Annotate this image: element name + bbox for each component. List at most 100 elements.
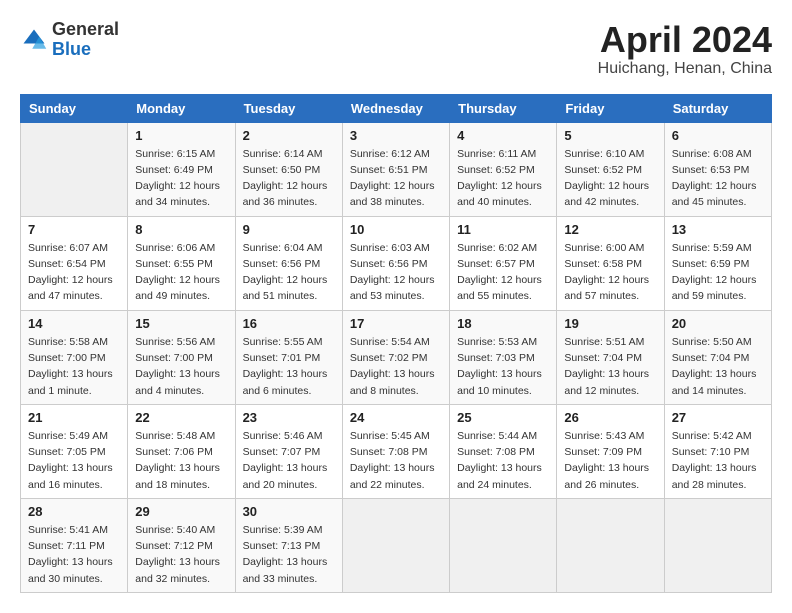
day-cell: 5 Sunrise: 6:10 AM Sunset: 6:52 PM Daylig… — [557, 122, 664, 216]
day-header-tuesday: Tuesday — [235, 94, 342, 122]
day-cell: 26 Sunrise: 5:43 AM Sunset: 7:09 PM Dayli… — [557, 404, 664, 498]
day-info: Sunrise: 6:02 AM Sunset: 6:57 PM Dayligh… — [457, 240, 549, 305]
day-cell: 28 Sunrise: 5:41 AM Sunset: 7:11 PM Dayli… — [21, 498, 128, 592]
logo-text: General Blue — [52, 20, 119, 60]
day-header-thursday: Thursday — [450, 94, 557, 122]
day-info: Sunrise: 6:08 AM Sunset: 6:53 PM Dayligh… — [672, 146, 764, 211]
day-info: Sunrise: 5:48 AM Sunset: 7:06 PM Dayligh… — [135, 428, 227, 493]
day-cell: 14Sunrise: 5:58 AM Sunset: 7:00 PM Dayli… — [21, 310, 128, 404]
day-number: 3 — [350, 128, 442, 143]
logo-general-text: General — [52, 20, 119, 40]
day-cell: 20Sunrise: 5:50 AM Sunset: 7:04 PM Dayli… — [664, 310, 771, 404]
day-number: 24 — [350, 410, 442, 425]
day-cell: 7 Sunrise: 6:07 AM Sunset: 6:54 PM Daylig… — [21, 216, 128, 310]
day-cell: 2 Sunrise: 6:14 AM Sunset: 6:50 PM Daylig… — [235, 122, 342, 216]
day-number: 9 — [243, 222, 335, 237]
day-number: 19 — [564, 316, 656, 331]
day-number: 8 — [135, 222, 227, 237]
day-number: 6 — [672, 128, 764, 143]
day-number: 5 — [564, 128, 656, 143]
day-info: Sunrise: 5:40 AM Sunset: 7:12 PM Dayligh… — [135, 522, 227, 587]
day-cell — [21, 122, 128, 216]
day-number: 17 — [350, 316, 442, 331]
day-cell: 15 Sunrise: 5:56 AM Sunset: 7:00 PM Dayli… — [128, 310, 235, 404]
logo: General Blue — [20, 20, 119, 60]
day-info: Sunrise: 5:39 AM Sunset: 7:13 PM Dayligh… — [243, 522, 335, 587]
logo-blue-text: Blue — [52, 40, 119, 60]
day-info: Sunrise: 6:00 AM Sunset: 6:58 PM Dayligh… — [564, 240, 656, 305]
day-info: Sunrise: 5:41 AM Sunset: 7:11 PM Dayligh… — [28, 522, 120, 587]
title-block: April 2024 Huichang, Henan, China — [598, 20, 772, 78]
day-cell: 8 Sunrise: 6:06 AM Sunset: 6:55 PM Daylig… — [128, 216, 235, 310]
day-cell: 22Sunrise: 5:48 AM Sunset: 7:06 PM Dayli… — [128, 404, 235, 498]
day-cell — [342, 498, 449, 592]
day-info: Sunrise: 5:46 AM Sunset: 7:07 PM Dayligh… — [243, 428, 335, 493]
day-number: 1 — [135, 128, 227, 143]
day-number: 23 — [243, 410, 335, 425]
day-cell: 16 Sunrise: 5:55 AM Sunset: 7:01 PM Dayli… — [235, 310, 342, 404]
calendar-table: SundayMondayTuesdayWednesdayThursdayFrid… — [20, 94, 772, 593]
day-cell: 10Sunrise: 6:03 AM Sunset: 6:56 PM Dayli… — [342, 216, 449, 310]
week-row-5: 28 Sunrise: 5:41 AM Sunset: 7:11 PM Dayli… — [21, 498, 772, 592]
location-subtitle: Huichang, Henan, China — [598, 60, 772, 78]
day-header-monday: Monday — [128, 94, 235, 122]
day-cell: 30 Sunrise: 5:39 AM Sunset: 7:13 PM Dayli… — [235, 498, 342, 592]
day-cell: 11 Sunrise: 6:02 AM Sunset: 6:57 PM Dayli… — [450, 216, 557, 310]
day-cell: 4 Sunrise: 6:11 AM Sunset: 6:52 PM Daylig… — [450, 122, 557, 216]
day-cell: 17 Sunrise: 5:54 AM Sunset: 7:02 PM Dayli… — [342, 310, 449, 404]
day-info: Sunrise: 6:15 AM Sunset: 6:49 PM Dayligh… — [135, 146, 227, 211]
month-year-title: April 2024 — [598, 20, 772, 60]
logo-icon — [20, 26, 48, 54]
day-info: Sunrise: 5:56 AM Sunset: 7:00 PM Dayligh… — [135, 334, 227, 399]
day-cell: 3 Sunrise: 6:12 AM Sunset: 6:51 PM Daylig… — [342, 122, 449, 216]
day-number: 15 — [135, 316, 227, 331]
day-number: 2 — [243, 128, 335, 143]
day-cell: 6 Sunrise: 6:08 AM Sunset: 6:53 PM Daylig… — [664, 122, 771, 216]
day-number: 16 — [243, 316, 335, 331]
day-info: Sunrise: 6:14 AM Sunset: 6:50 PM Dayligh… — [243, 146, 335, 211]
day-number: 11 — [457, 222, 549, 237]
day-number: 21 — [28, 410, 120, 425]
day-info: Sunrise: 5:43 AM Sunset: 7:09 PM Dayligh… — [564, 428, 656, 493]
day-info: Sunrise: 6:07 AM Sunset: 6:54 PM Dayligh… — [28, 240, 120, 305]
day-cell: 25 Sunrise: 5:44 AM Sunset: 7:08 PM Dayli… — [450, 404, 557, 498]
day-info: Sunrise: 5:54 AM Sunset: 7:02 PM Dayligh… — [350, 334, 442, 399]
day-number: 20 — [672, 316, 764, 331]
day-cell: 23 Sunrise: 5:46 AM Sunset: 7:07 PM Dayli… — [235, 404, 342, 498]
day-info: Sunrise: 5:53 AM Sunset: 7:03 PM Dayligh… — [457, 334, 549, 399]
day-cell: 9Sunrise: 6:04 AM Sunset: 6:56 PM Daylig… — [235, 216, 342, 310]
day-cell — [450, 498, 557, 592]
day-info: Sunrise: 6:10 AM Sunset: 6:52 PM Dayligh… — [564, 146, 656, 211]
day-number: 12 — [564, 222, 656, 237]
day-number: 26 — [564, 410, 656, 425]
day-number: 7 — [28, 222, 120, 237]
day-cell: 27Sunrise: 5:42 AM Sunset: 7:10 PM Dayli… — [664, 404, 771, 498]
day-cell: 24Sunrise: 5:45 AM Sunset: 7:08 PM Dayli… — [342, 404, 449, 498]
week-row-4: 21Sunrise: 5:49 AM Sunset: 7:05 PM Dayli… — [21, 404, 772, 498]
day-cell — [664, 498, 771, 592]
day-info: Sunrise: 5:51 AM Sunset: 7:04 PM Dayligh… — [564, 334, 656, 399]
week-row-1: 1 Sunrise: 6:15 AM Sunset: 6:49 PM Daylig… — [21, 122, 772, 216]
day-info: Sunrise: 6:12 AM Sunset: 6:51 PM Dayligh… — [350, 146, 442, 211]
day-number: 13 — [672, 222, 764, 237]
day-cell: 21Sunrise: 5:49 AM Sunset: 7:05 PM Dayli… — [21, 404, 128, 498]
page-header: General Blue April 2024 Huichang, Henan,… — [20, 20, 772, 78]
day-number: 30 — [243, 504, 335, 519]
day-info: Sunrise: 6:06 AM Sunset: 6:55 PM Dayligh… — [135, 240, 227, 305]
day-header-wednesday: Wednesday — [342, 94, 449, 122]
day-info: Sunrise: 6:03 AM Sunset: 6:56 PM Dayligh… — [350, 240, 442, 305]
day-header-sunday: Sunday — [21, 94, 128, 122]
day-number: 25 — [457, 410, 549, 425]
day-info: Sunrise: 5:55 AM Sunset: 7:01 PM Dayligh… — [243, 334, 335, 399]
day-number: 27 — [672, 410, 764, 425]
day-info: Sunrise: 6:11 AM Sunset: 6:52 PM Dayligh… — [457, 146, 549, 211]
day-number: 28 — [28, 504, 120, 519]
day-number: 29 — [135, 504, 227, 519]
day-info: Sunrise: 5:58 AM Sunset: 7:00 PM Dayligh… — [28, 334, 120, 399]
day-header-saturday: Saturday — [664, 94, 771, 122]
day-number: 4 — [457, 128, 549, 143]
day-info: Sunrise: 5:44 AM Sunset: 7:08 PM Dayligh… — [457, 428, 549, 493]
week-row-2: 7 Sunrise: 6:07 AM Sunset: 6:54 PM Daylig… — [21, 216, 772, 310]
header-row: SundayMondayTuesdayWednesdayThursdayFrid… — [21, 94, 772, 122]
day-cell: 1 Sunrise: 6:15 AM Sunset: 6:49 PM Daylig… — [128, 122, 235, 216]
